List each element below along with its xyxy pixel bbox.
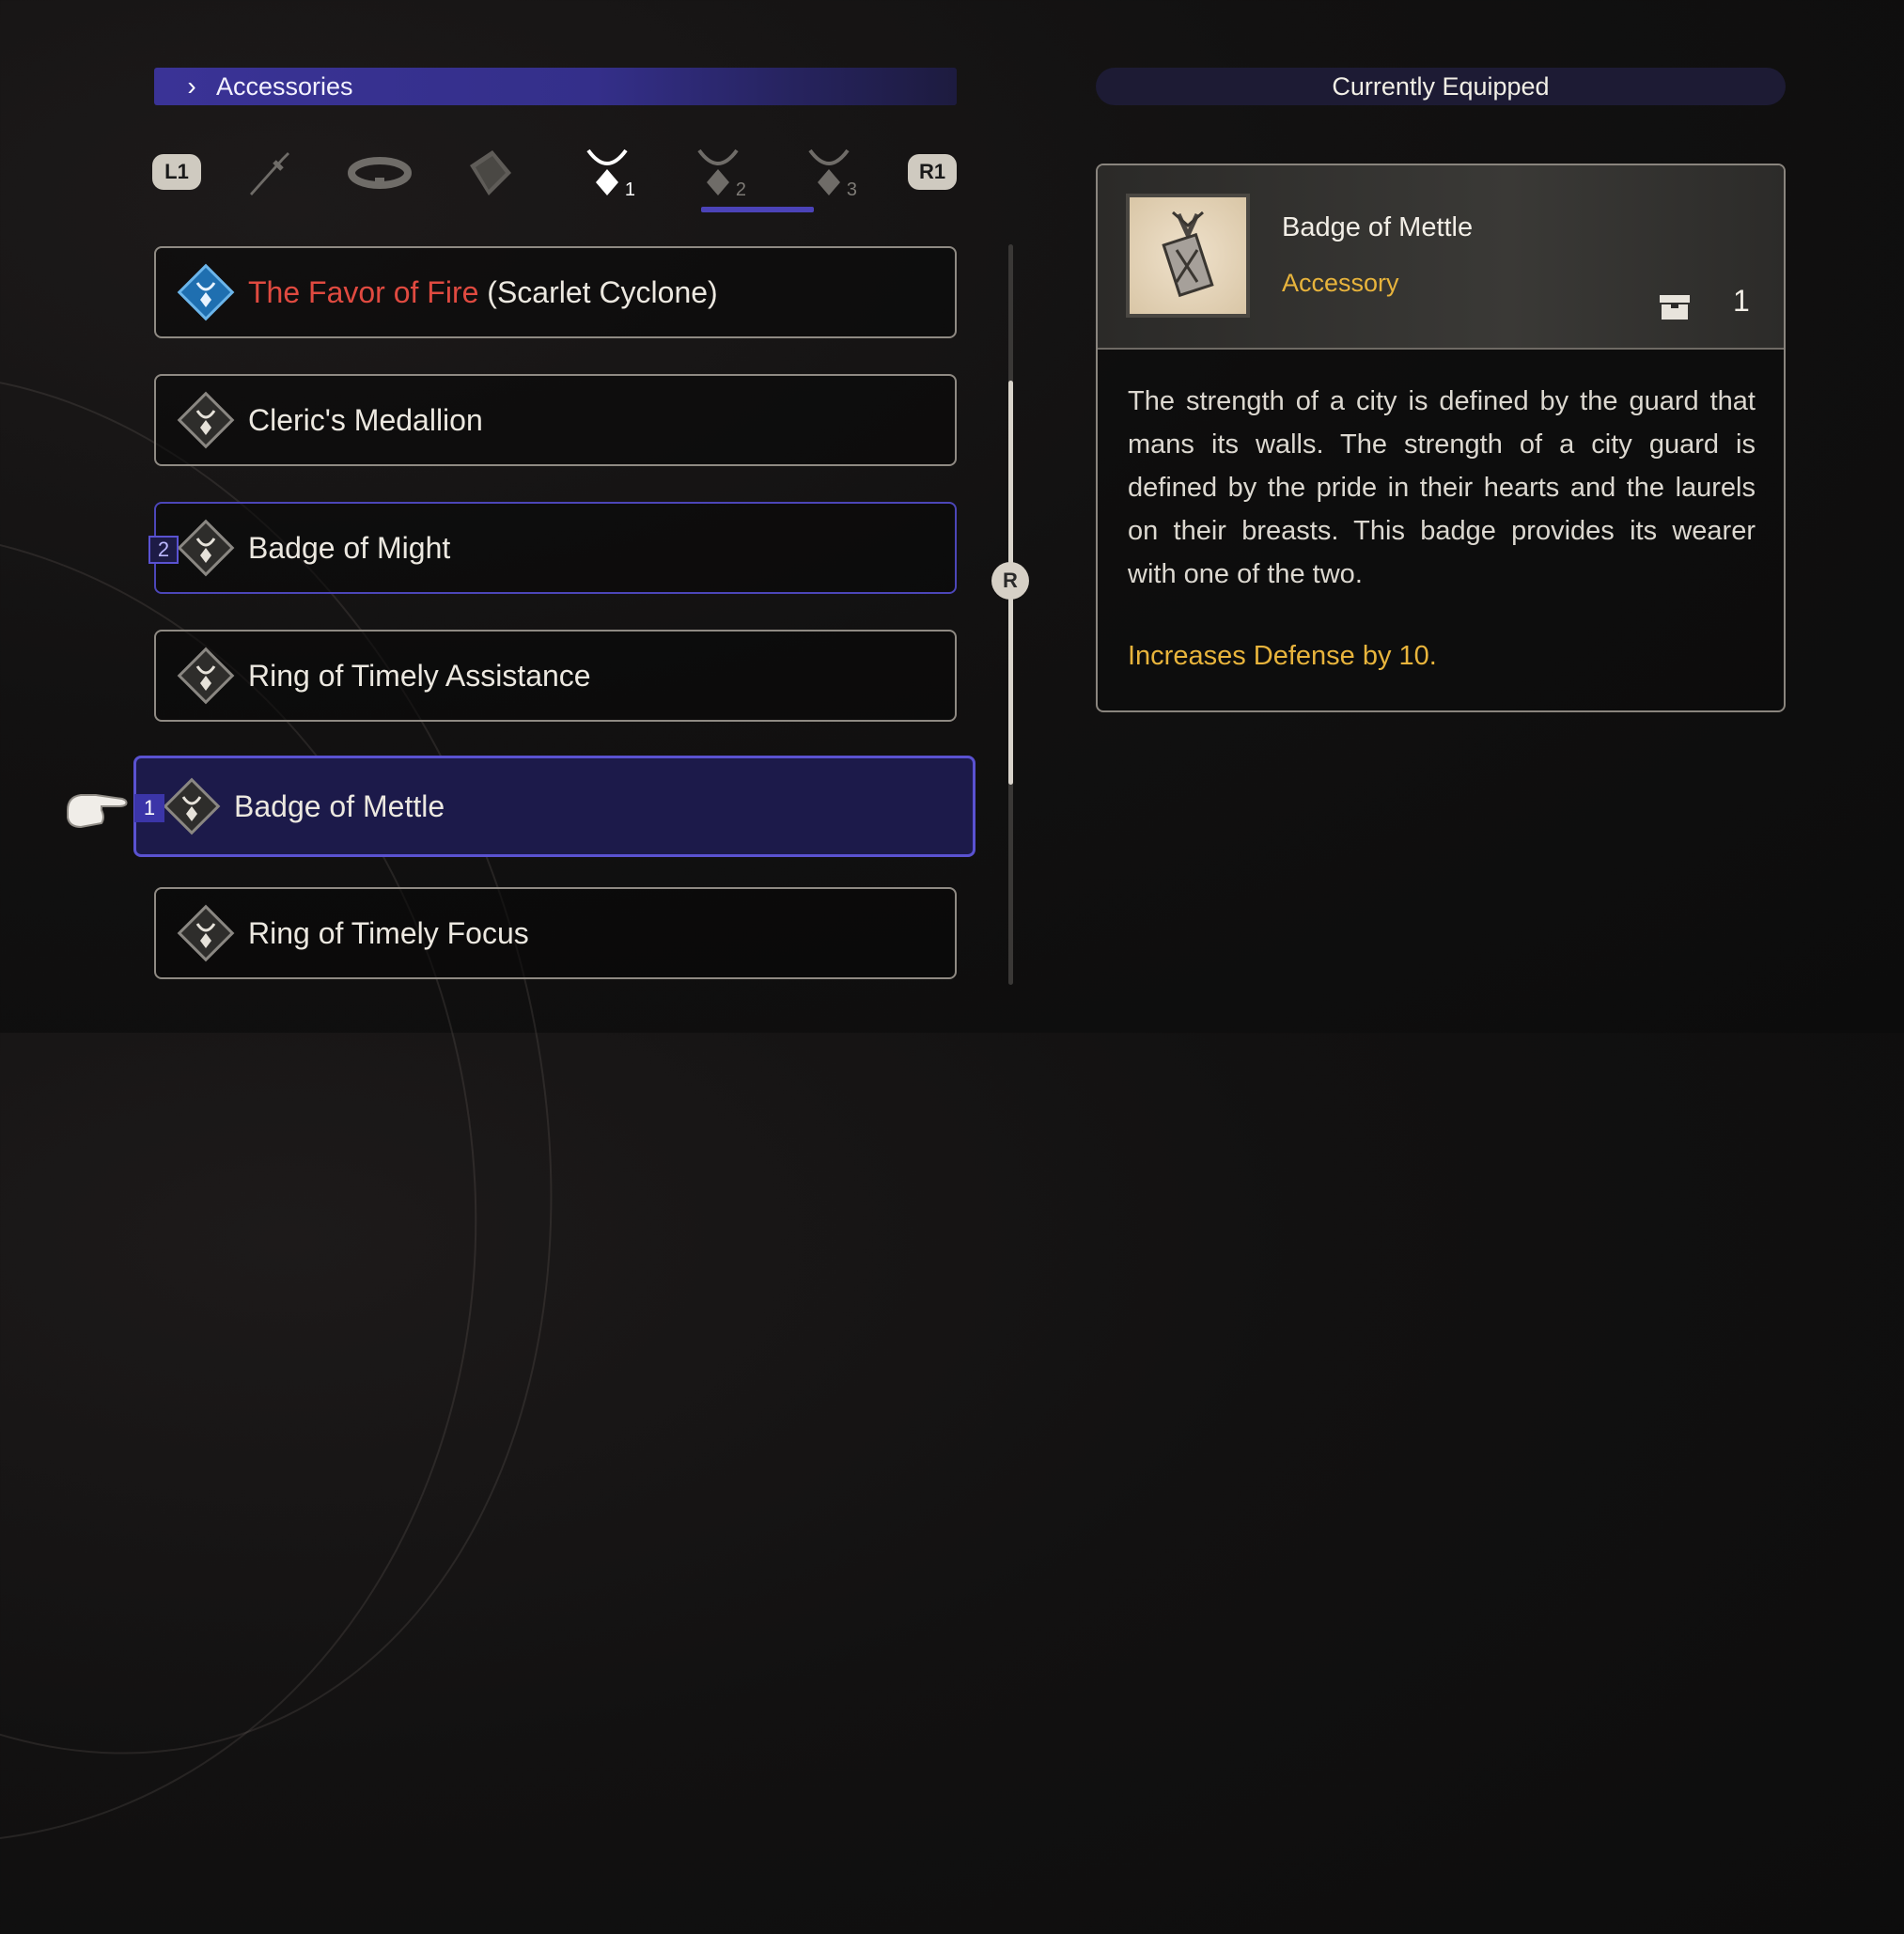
- tab-weapons[interactable]: [212, 132, 325, 214]
- tab-accessory-2[interactable]: 2: [662, 132, 774, 214]
- item-description: The strength of a city is defined by the…: [1128, 386, 1756, 589]
- active-tab-indicator: [701, 207, 814, 212]
- list-item-ring-timely-focus[interactable]: Ring of Timely Focus: [154, 887, 957, 979]
- armor-icon: [470, 150, 511, 195]
- inventory-chest-icon: [1660, 295, 1690, 320]
- item-effect: Increases Defense by 10.: [1128, 641, 1437, 671]
- list-item-clerics-medallion[interactable]: Cleric's Medallion: [154, 374, 957, 466]
- list-item-ring-timely-assistance[interactable]: Ring of Timely Assistance: [154, 630, 957, 722]
- tab-number: 1: [624, 179, 635, 200]
- owned-count: 1: [1733, 284, 1750, 318]
- tab-number: 3: [846, 179, 857, 200]
- list-item-badge-of-mettle[interactable]: 1 Badge of Mettle: [133, 756, 975, 857]
- r1-button[interactable]: R1: [908, 154, 957, 190]
- section-title: Accessories: [216, 71, 353, 101]
- category-tabs: L1 1 2 3 R1: [150, 132, 960, 216]
- detail-item-name: Badge of Mettle: [1282, 212, 1474, 242]
- accessory-icon: [175, 645, 237, 707]
- item-label: Cleric's Medallion: [248, 402, 483, 437]
- accessory-icon: [175, 902, 237, 964]
- accessory-icon: [175, 517, 237, 579]
- accessory-icon: [175, 261, 237, 323]
- equip-slot-badge: 1: [134, 794, 164, 822]
- item-label: Badge of Mettle: [234, 788, 445, 823]
- item-label: The Favor of Fire (Scarlet Cyclone): [248, 274, 718, 309]
- badge-icon: [1162, 211, 1214, 298]
- item-label: Ring of Timely Assistance: [248, 658, 591, 693]
- tab-accessory-3[interactable]: 3: [773, 132, 885, 214]
- item-label: Ring of Timely Focus: [248, 915, 529, 950]
- accessory-icon: [175, 389, 237, 451]
- section-header: › Accessories: [154, 68, 957, 105]
- tab-armor[interactable]: [434, 132, 547, 214]
- equip-slot-badge: 2: [148, 536, 179, 564]
- l1-button[interactable]: L1: [152, 154, 201, 190]
- tab-number: 2: [735, 179, 746, 200]
- item-thumbnail: [1126, 194, 1250, 318]
- tab-accessory-1[interactable]: 1: [551, 132, 663, 214]
- accessory-icon: [161, 775, 223, 837]
- detail-header: Badge of Mettle Accessory 1: [1098, 165, 1784, 350]
- currently-equipped-header: Currently Equipped: [1096, 68, 1786, 105]
- detail-item-type: Accessory: [1282, 269, 1399, 297]
- list-item-favor-of-fire[interactable]: The Favor of Fire (Scarlet Cyclone): [154, 246, 957, 338]
- r-stick-button[interactable]: R: [991, 562, 1029, 600]
- item-label: Badge of Might: [248, 530, 451, 565]
- bracer-icon: [348, 157, 412, 189]
- item-detail-panel: Badge of Mettle Accessory 1 The strength…: [1096, 164, 1786, 712]
- list-item-badge-of-might[interactable]: 2 Badge of Might: [148, 502, 957, 594]
- pointer-hand-icon: [67, 794, 128, 829]
- chevron-right-icon: ›: [187, 71, 196, 101]
- sword-icon: [250, 152, 289, 195]
- tab-bracers[interactable]: [323, 132, 436, 214]
